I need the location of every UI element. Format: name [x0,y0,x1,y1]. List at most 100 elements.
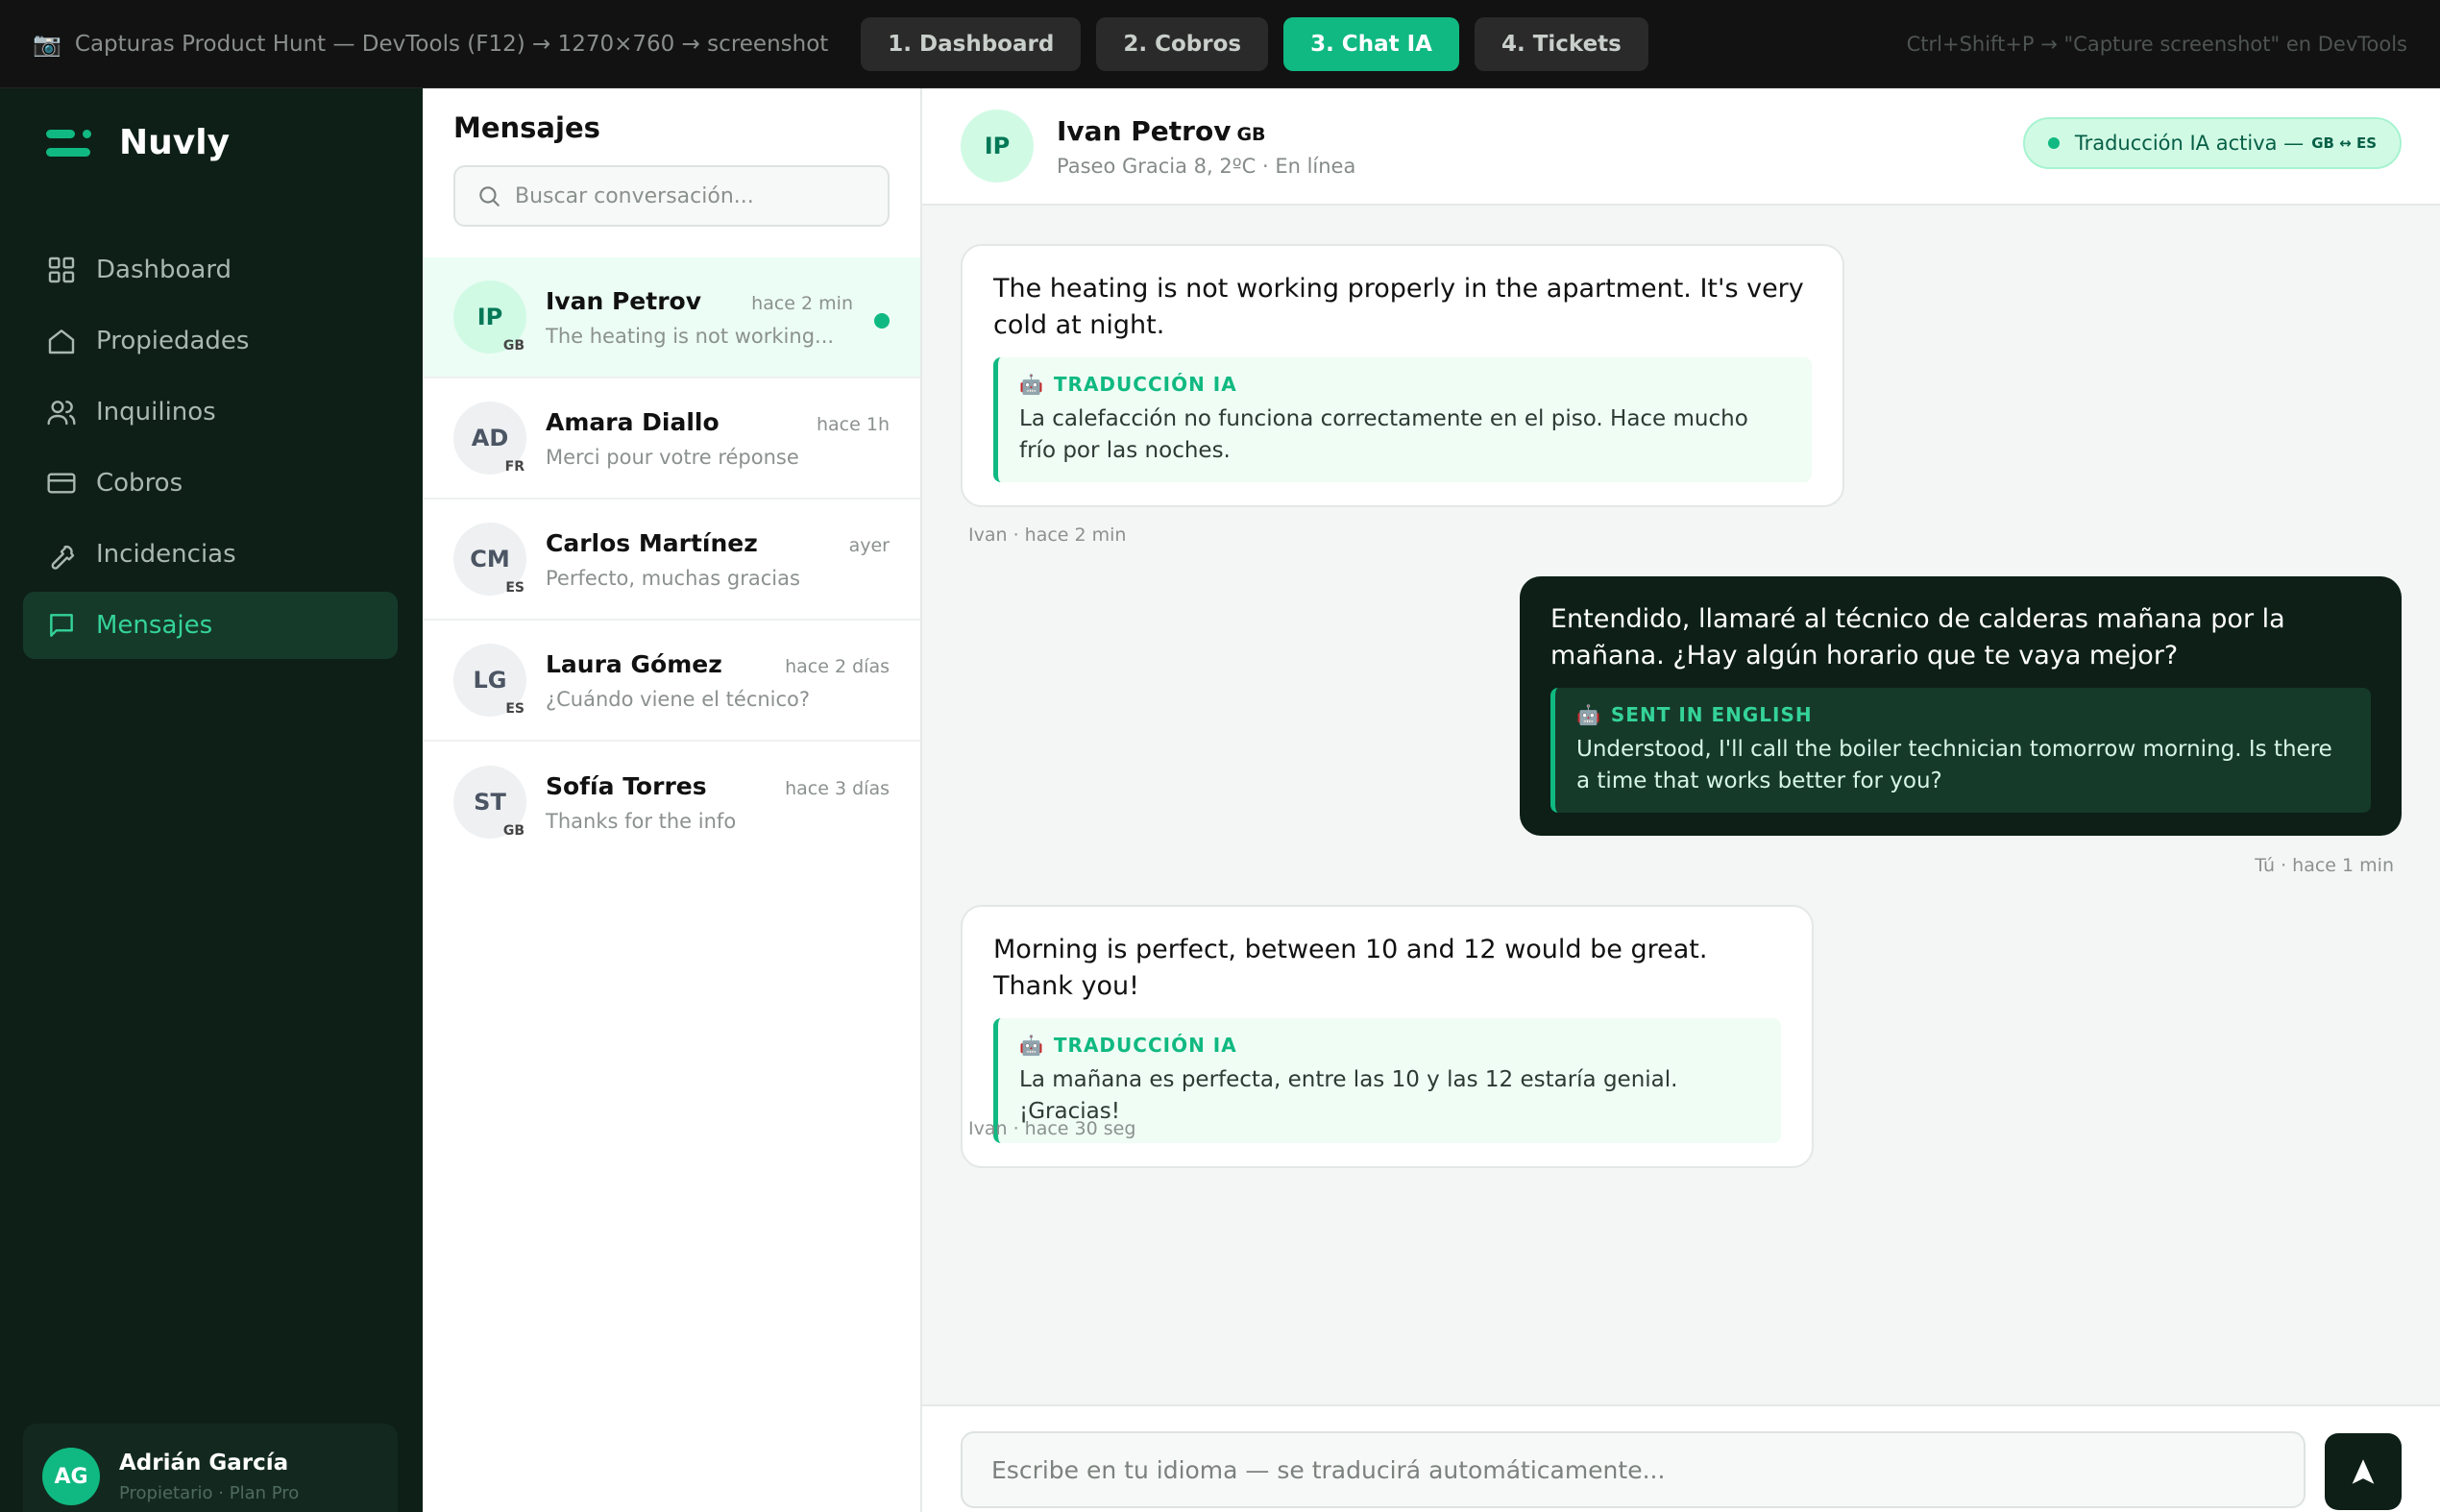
sidebar-item-mensajes[interactable]: Mensajes [23,592,398,659]
send-icon [2352,1459,2375,1484]
sidebar-item-label: Dashboard [96,256,232,284]
incoming-message: The heating is not working properly in t… [961,244,1844,507]
message-icon [50,614,73,637]
country-code: GB [1236,123,1266,145]
contact-name: Ivan Petrov [546,286,701,315]
step-tab-chat-ia[interactable]: 3. Chat IA [1283,16,1459,71]
translation-status-badge[interactable]: Traducción IA activa — GB ↔ ES [2022,117,2402,169]
conversation-list: IP GB Ivan Petrov hace 2 min The heating… [423,257,920,863]
sidebar-item-propiedades[interactable]: Propiedades [23,307,398,375]
translation-label-text: SENT IN ENGLISH [1610,703,1813,726]
search-box [453,165,890,227]
translation-text: La calefacción no funciona correctamente… [1019,406,1748,463]
country-flag: ES [505,701,525,717]
country-flag: GB [502,823,525,839]
contact-name: Amara Diallo [546,407,720,436]
chat-header: IP Ivan Petrov GB Paseo Gracia 8, 2ºC · E… [922,88,2440,206]
badge-langs: GB ↔ ES [2311,134,2377,152]
panel-title: Mensajes [453,111,600,144]
message-text: Morning is perfect, between 10 and 12 wo… [993,935,1708,1001]
sidebar: Nuvly Dashboard Propiedades Inquilinos C… [0,88,423,1512]
step-tab-cobros[interactable]: 2. Cobros [1096,16,1269,71]
list-item[interactable]: CM ES Carlos Martínez ayer Perfecto, muc… [423,500,920,621]
avatar: ST GB [453,766,526,839]
sidebar-nav: Dashboard Propiedades Inquilinos Cobros … [23,236,398,663]
robot-icon: 🤖 [1019,1034,1044,1057]
avatar: AG [42,1448,100,1505]
avatar-initials: ST [474,789,506,816]
brand-name: Nuvly [119,123,231,162]
search-input[interactable] [515,183,880,208]
avatar: IP [961,110,1034,183]
capture-toolbar: 📷 Capturas Product Hunt — DevTools (F12)… [0,0,2440,88]
send-button[interactable] [2325,1433,2402,1510]
list-item[interactable]: IP GB Ivan Petrov hace 2 min The heating… [423,257,920,378]
translation-label-text: TRADUCCIÓN IA [1053,1034,1237,1057]
chat-contact-name: Ivan Petrov GB [1057,115,1355,147]
step-tab-tickets[interactable]: 4. Tickets [1474,16,1648,71]
message-meta: Tú · hace 1 min [2255,855,2394,876]
sidebar-item-label: Cobros [96,469,183,498]
sidebar-item-cobros[interactable]: Cobros [23,450,398,517]
camera-icon: 📷 [33,30,61,58]
message-meta: Ivan · hace 30 seg [968,1118,1136,1139]
contact-name: Laura Gómez [546,649,722,678]
translation-text: Understood, I'll call the boiler technic… [1576,737,2332,793]
translation-label: 🤖 TRADUCCIÓN IA [1019,1034,1756,1057]
avatar: CM ES [453,523,526,596]
brand-logo-icon [46,124,94,162]
user-name: Adrián García [119,1450,289,1475]
list-item[interactable]: ST GB Sofía Torres hace 3 días Thanks fo… [423,742,920,863]
message-preview: ¿Cuándo viene el técnico? [546,687,811,711]
chat-contact-status: Paseo Gracia 8, 2ºC · En línea [1057,154,1356,178]
timestamp: hace 2 días [785,655,890,677]
sidebar-item-inquilinos[interactable]: Inquilinos [23,378,398,446]
avatar: AD FR [453,402,526,475]
list-item[interactable]: AD FR Amara Diallo hace 1h Merci pour vo… [423,378,920,500]
message-text: The heating is not working properly in t… [993,274,1804,340]
brand[interactable]: Nuvly [46,123,230,162]
country-flag: ES [505,580,525,596]
contact-name: Sofía Torres [546,771,707,800]
users-icon [47,401,76,426]
user-role: Propietario · Plan Pro [119,1482,300,1503]
contact-name: Carlos Martínez [546,528,758,557]
avatar-initials: IP [476,304,503,330]
wrench-icon [51,545,75,570]
step-tab-dashboard[interactable]: 1. Dashboard [861,16,1082,71]
message-preview: Thanks for the info [546,809,737,833]
timestamp: hace 1h [817,413,890,435]
translation-label: 🤖 TRADUCCIÓN IA [1019,373,1787,396]
user-profile-card[interactable]: AG Adrián García Propietario · Plan Pro [23,1424,398,1512]
timestamp: hace 3 días [785,777,890,799]
credit-card-icon [47,473,76,494]
chat-panel: IP Ivan Petrov GB Paseo Gracia 8, 2ºC · E… [922,88,2440,1512]
avatar: IP GB [453,280,526,354]
search-icon [479,186,500,207]
status-dot-icon [2047,137,2060,149]
message-preview: The heating is not working... [546,324,835,348]
list-item[interactable]: LG ES Laura Gómez hace 2 días ¿Cuándo vi… [423,621,920,742]
contact-name: Ivan Petrov [1057,114,1232,147]
grid-icon [48,256,75,283]
timestamp: hace 2 min [751,292,853,314]
translation-box: 🤖 TRADUCCIÓN IA La calefacción no funcion… [993,357,1812,482]
robot-icon: 🤖 [1019,373,1044,396]
avatar-initials: LG [473,667,507,694]
sidebar-item-label: Incidencias [96,540,236,569]
sidebar-item-label: Propiedades [96,327,250,355]
avatar-initials: CM [470,546,510,573]
message-preview: Merci pour votre réponse [546,445,799,469]
sidebar-item-label: Inquilinos [96,398,216,427]
shortcut-hint: Ctrl+Shift+P → "Capture screenshot" en D… [1906,32,2407,56]
timestamp: ayer [848,534,890,556]
sidebar-item-dashboard[interactable]: Dashboard [23,236,398,304]
sidebar-item-incidencias[interactable]: Incidencias [23,521,398,588]
translation-box: 🤖 SENT IN ENGLISH Understood, I'll call t… [1550,688,2371,813]
message-input[interactable] [961,1431,2306,1508]
sidebar-item-label: Mensajes [96,611,213,640]
translation-label-text: TRADUCCIÓN IA [1053,373,1237,396]
conversation-list-panel: Mensajes IP GB Ivan Petrov hace 2 min Th… [423,88,922,1512]
avatar: LG ES [453,644,526,717]
online-indicator [874,313,890,329]
